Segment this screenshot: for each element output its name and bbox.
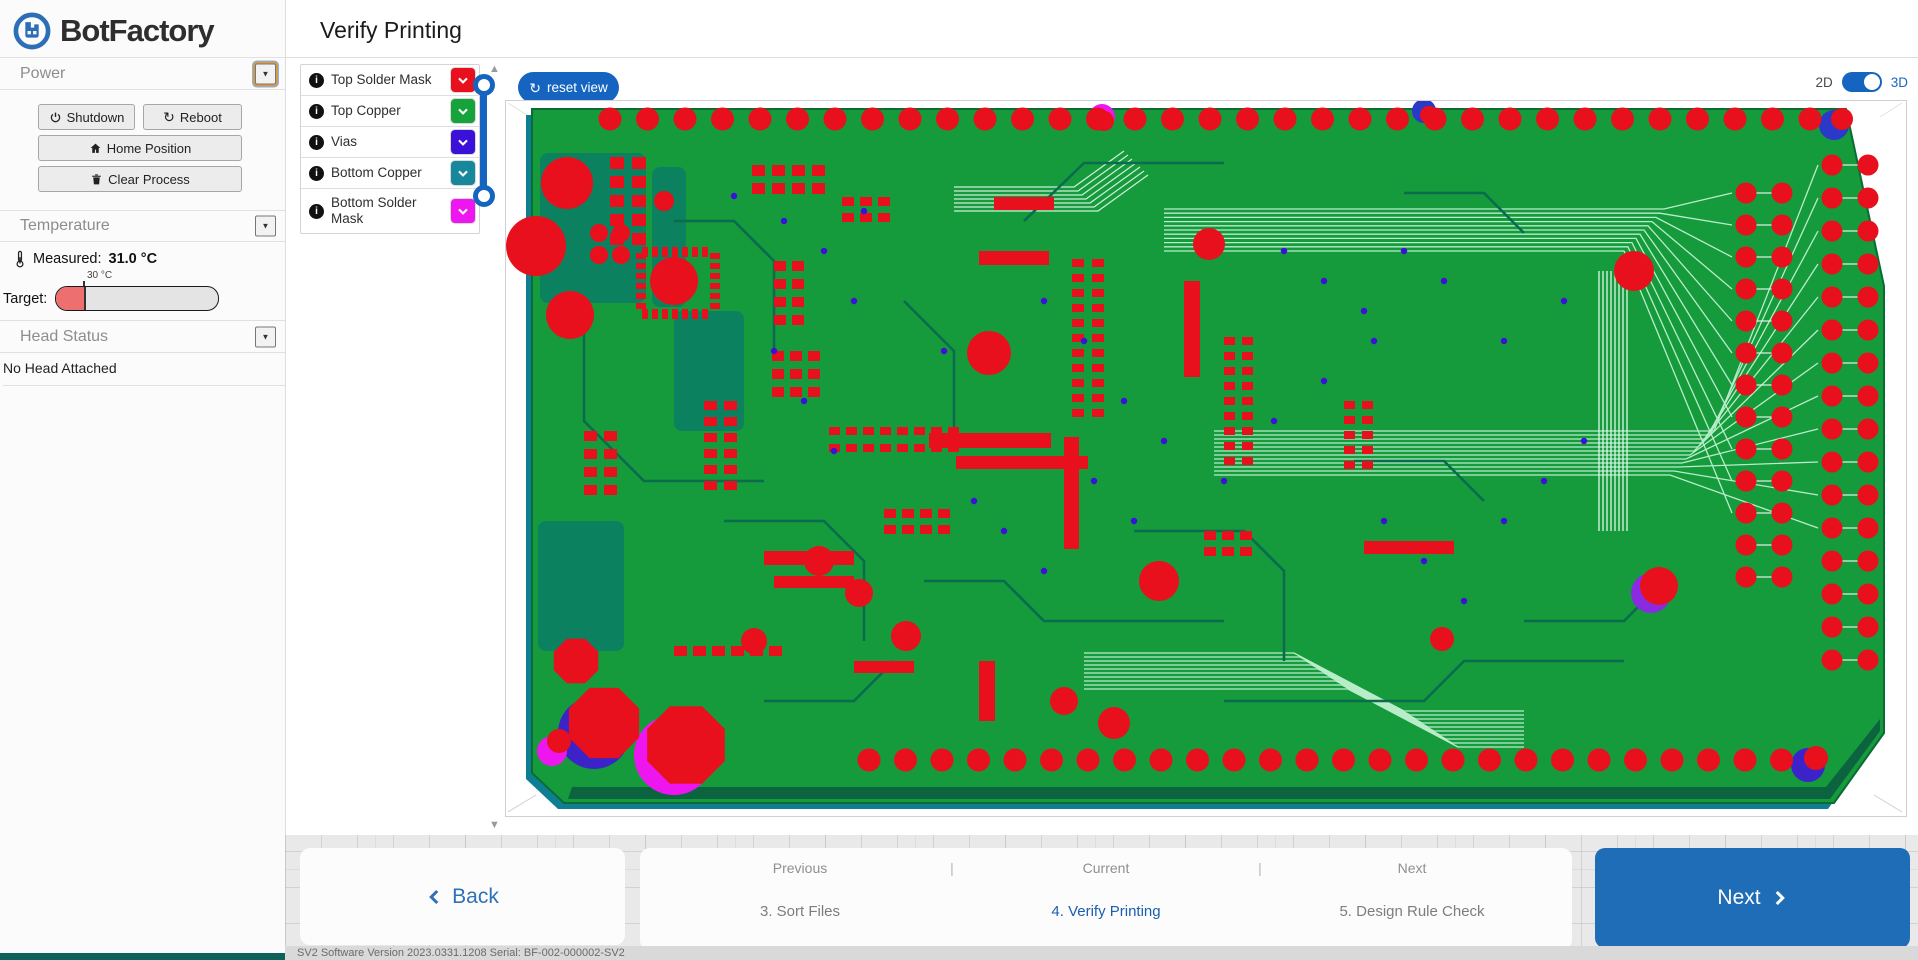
- info-icon[interactable]: i: [309, 73, 324, 88]
- head-status-section-title: Head Status: [20, 328, 108, 346]
- reset-view-button[interactable]: ↻ reset view: [518, 72, 619, 103]
- chevron-left-icon: [426, 888, 444, 906]
- home-icon: [89, 142, 102, 155]
- target-temperature-slider[interactable]: [55, 286, 219, 311]
- reboot-icon: ↻: [163, 110, 175, 124]
- chevron-down-icon[interactable]: ▼: [255, 63, 276, 84]
- layer-row-bottom-solder-mask: i Bottom Solder Mask: [301, 189, 479, 233]
- footer: Back Previous | Current | Next 3. Sort F…: [285, 835, 1918, 960]
- back-button[interactable]: Back: [300, 848, 625, 945]
- layer-panel: i Top Solder Mask i Top Copper i Vias i …: [300, 64, 480, 234]
- section-header-head-status: Head Status ▼: [0, 320, 285, 353]
- measured-label: Measured:: [33, 251, 102, 267]
- step-sort-files[interactable]: 3. Sort Files: [760, 903, 840, 920]
- chevron-down-icon[interactable]: ▼: [255, 326, 276, 347]
- shutdown-button[interactable]: Shutdown: [38, 104, 135, 130]
- software-version: SV2 Software Version 2023.0331.1208 Seri…: [285, 946, 1918, 960]
- layer-color-dropdown[interactable]: [451, 199, 475, 223]
- trash-icon: [90, 173, 103, 186]
- view-2d-label[interactable]: 2D: [1815, 75, 1832, 90]
- measured-temperature: Measured: 31.0 °C: [14, 250, 157, 268]
- layer-row-bottom-copper: i Bottom Copper: [301, 158, 479, 189]
- temperature-section-title: Temperature: [20, 217, 110, 235]
- measured-value: 31.0 °C: [109, 251, 158, 267]
- sidebar: BotFactory Power ▼ Shutdown ↻ Reboot Hom…: [0, 0, 286, 960]
- reboot-button[interactable]: ↻ Reboot: [143, 104, 242, 130]
- target-label: Target:: [3, 291, 47, 307]
- chevron-down-icon: [455, 134, 471, 150]
- info-icon[interactable]: i: [309, 104, 324, 119]
- steps-separator: |: [1258, 860, 1262, 876]
- step-verify-printing[interactable]: 4. Verify Printing: [1051, 903, 1160, 920]
- chevron-down-icon: [455, 72, 471, 88]
- clear-process-button[interactable]: Clear Process: [38, 166, 242, 192]
- info-icon[interactable]: i: [309, 135, 324, 150]
- botfactory-logo-icon: [12, 11, 52, 51]
- view-mode-toggle-group: 2D 3D: [1815, 72, 1908, 92]
- layer-color-dropdown[interactable]: [451, 99, 475, 123]
- brand: BotFactory: [12, 7, 214, 55]
- layer-row-vias: i Vias: [301, 127, 479, 158]
- chevron-down-icon: [455, 103, 471, 119]
- pcb-board-image: [506, 101, 1904, 814]
- target-tick-label: 30 °C: [87, 270, 112, 281]
- power-section-title: Power: [20, 65, 65, 83]
- chevron-down-icon[interactable]: ▼: [255, 216, 276, 237]
- steps-previous-header: Previous: [773, 860, 827, 876]
- view-3d-label[interactable]: 3D: [1891, 75, 1908, 90]
- head-status-message: No Head Attached: [3, 352, 285, 386]
- power-icon: [49, 111, 62, 124]
- section-header-temperature: Temperature ▼: [0, 210, 285, 242]
- steps-current-header: Current: [1083, 860, 1130, 876]
- slider-handle-bottom[interactable]: [473, 185, 495, 207]
- next-button[interactable]: Next: [1595, 848, 1910, 948]
- info-icon[interactable]: i: [309, 204, 324, 219]
- brand-name: BotFactory: [60, 13, 214, 49]
- chevron-down-icon: [455, 203, 471, 219]
- chevron-down-icon: [455, 165, 471, 181]
- workflow-steps: Previous | Current | Next 3. Sort Files …: [640, 848, 1572, 950]
- steps-separator: |: [950, 860, 954, 876]
- pcb-render[interactable]: [505, 100, 1907, 817]
- slider-handle-top[interactable]: [473, 74, 495, 96]
- steps-next-header: Next: [1398, 860, 1427, 876]
- target-temperature-fill: [56, 287, 86, 310]
- step-design-rule-check[interactable]: 5. Design Rule Check: [1339, 903, 1484, 920]
- layer-color-dropdown[interactable]: [451, 161, 475, 185]
- section-header-power: Power ▼: [0, 57, 285, 90]
- status-strip: [0, 953, 285, 960]
- toggle-knob: [1864, 74, 1880, 90]
- layer-row-top-copper: i Top Copper: [301, 96, 479, 127]
- scroll-up-icon[interactable]: ▲: [489, 64, 500, 75]
- layer-color-dropdown[interactable]: [451, 68, 475, 92]
- layer-row-top-solder-mask: i Top Solder Mask: [301, 65, 479, 96]
- info-icon[interactable]: i: [309, 166, 324, 181]
- thermometer-icon: [14, 250, 26, 268]
- scroll-down-icon[interactable]: ▼: [489, 820, 500, 831]
- view-mode-toggle[interactable]: [1842, 72, 1882, 92]
- layer-color-dropdown[interactable]: [451, 130, 475, 154]
- header-divider: [285, 57, 1918, 58]
- app-window: BotFactory Power ▼ Shutdown ↻ Reboot Hom…: [0, 0, 1918, 960]
- refresh-icon: ↻: [529, 81, 541, 95]
- page-title: Verify Printing: [320, 17, 462, 44]
- home-position-button[interactable]: Home Position: [38, 135, 242, 161]
- chevron-right-icon: [1770, 889, 1788, 907]
